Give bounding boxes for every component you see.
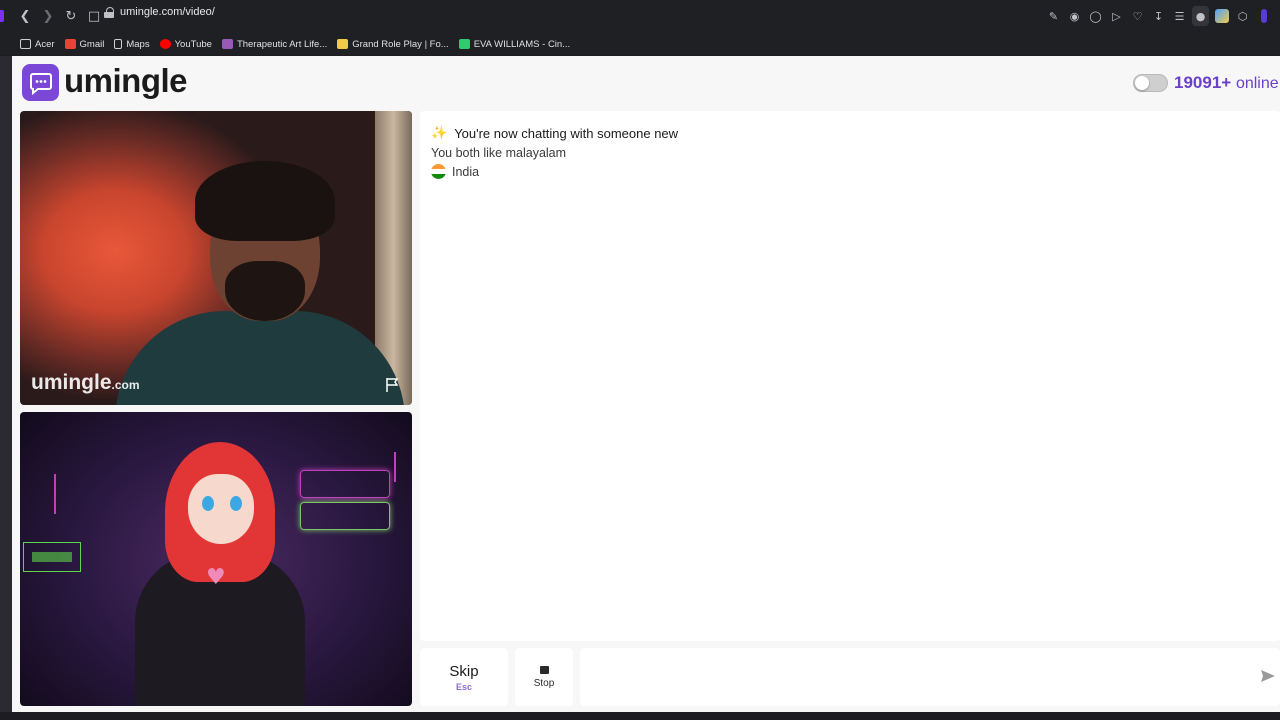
skip-button[interactable]: Skip Esc [420,648,508,706]
bookmark-therapeutic-art[interactable]: Therapeutic Art Life... [221,38,328,50]
chat-status-text: You're now chatting with someone new [454,126,679,141]
chat-system-message: ✨ You're now chatting with someone new [431,126,678,141]
avatar-eye-left [202,496,214,511]
page: umingle 19091+ online umingle.com ♥ ✨ Yo… [12,56,1280,712]
side-panel-strip [0,56,12,720]
online-counter: 19091+ online [1174,73,1279,93]
toolbar-actions: ✎ ◉ ◯ ▷ ♡ ↧ ☰ ● ⬡ [1045,6,1272,26]
neon-kick-sign [300,502,390,530]
video-person-hair [195,161,335,241]
forward-icon[interactable]: ❯ [37,5,59,27]
menu-icon[interactable]: ☰ [1171,6,1188,26]
chat-bubble-svg [29,72,52,95]
browser-toolbar: ❮ ❯ ↻ □ umingle.com/video/ ✎ ◉ ◯ ▷ ♡ ↧ ☰… [0,0,1280,33]
extension-icon[interactable] [1213,6,1230,26]
bookmark-label: Therapeutic Art Life... [236,38,328,50]
send-icon[interactable] [1260,668,1276,684]
chat-bubble-icon[interactable] [22,64,59,101]
bookmark-label: Maps [126,38,150,50]
bookmark-label: Gmail [79,38,105,50]
avatar-face [188,474,254,544]
camera-icon[interactable]: ◉ [1066,6,1083,26]
kick-logo-sign [23,542,81,572]
stranger-video: umingle.com [20,111,412,405]
play-icon[interactable]: ▷ [1108,6,1125,26]
stop-icon [539,665,549,674]
message-input[interactable] [580,648,1280,706]
bookmarks-bar: Acer Gmail Maps YouTube Therapeutic Art … [0,33,1280,55]
stranger-country: India [431,164,479,179]
bookmark-label: Grand Role Play | Fo... [352,38,449,50]
bookmark-eva-williams[interactable]: EVA WILLIAMS - Cin... [458,38,571,50]
skip-label: Skip [449,662,479,680]
chat-panel: ✨ You're now chatting with someone new Y… [420,111,1280,641]
site-icon [221,39,233,49]
avatar-eye-right [230,496,242,511]
site-icon [337,39,349,49]
file-icon [114,39,123,49]
address-bar[interactable]: umingle.com/video/ [104,6,215,18]
url-text[interactable]: umingle.com/video/ [120,6,215,18]
country-name: India [452,164,480,179]
nav-buttons: ❮ ❯ ↻ □ [14,5,105,27]
download-icon[interactable]: ↧ [1150,6,1167,26]
reload-icon[interactable]: ↻ [60,5,82,27]
window-accent [0,10,4,22]
neon-wall-text-right [394,452,408,482]
lock-icon [104,6,114,18]
youtube-icon [159,39,171,49]
bookmark-label: YouTube [174,38,212,50]
report-flag-icon[interactable] [385,377,401,393]
watermark-suffix: .com [111,378,140,392]
site-header: umingle 19091+ online [12,56,1280,110]
cube-icon[interactable]: ⬡ [1234,6,1251,26]
bookmark-grand-role-play[interactable]: Grand Role Play | Fo... [337,38,449,50]
tab-view-icon[interactable]: □ [83,5,105,27]
common-interest-text: You both like malayalam [431,146,567,160]
extension-purple-icon[interactable] [1255,6,1272,26]
site-logo-text[interactable]: umingle [64,62,188,100]
self-video: ♥ [20,412,412,706]
site-icon [458,39,470,49]
neon-youtube-sign [300,470,390,498]
chat-controls: Skip Esc Stop [420,648,1280,706]
bookmark-acer[interactable]: Acer [20,39,55,50]
back-icon[interactable]: ❮ [14,5,36,27]
online-count: 19091+ [1174,73,1232,92]
neon-wall-text-left [54,474,94,514]
sparkle-icon: ✨ [431,126,448,141]
theme-toggle[interactable] [1133,74,1168,92]
bookmark-youtube[interactable]: YouTube [159,38,212,50]
heart-icon: ♥ [206,565,226,590]
heart-icon[interactable]: ♡ [1129,6,1146,26]
bookmark-gmail[interactable]: Gmail [64,38,105,50]
gmail-icon [64,39,76,49]
window-bottom-edge [0,712,1280,720]
edit-icon[interactable]: ✎ [1045,6,1062,26]
stop-label: Stop [533,677,555,689]
video-watermark: umingle.com [31,371,140,395]
bookmark-label: EVA WILLIAMS - Cin... [473,38,571,50]
bookmark-label: Acer [35,38,55,50]
folder-icon [20,39,31,49]
video-person-beard [225,261,305,321]
profile-icon[interactable]: ● [1192,6,1209,26]
stop-button[interactable]: Stop [515,648,573,706]
india-flag-icon [431,164,446,179]
shield-icon[interactable]: ◯ [1087,6,1104,26]
online-label: online [1235,75,1279,92]
watermark-text: umingle [31,371,112,394]
bookmark-maps[interactable]: Maps [114,38,150,50]
video-person-body [115,311,405,405]
skip-shortcut: Esc [455,681,472,692]
